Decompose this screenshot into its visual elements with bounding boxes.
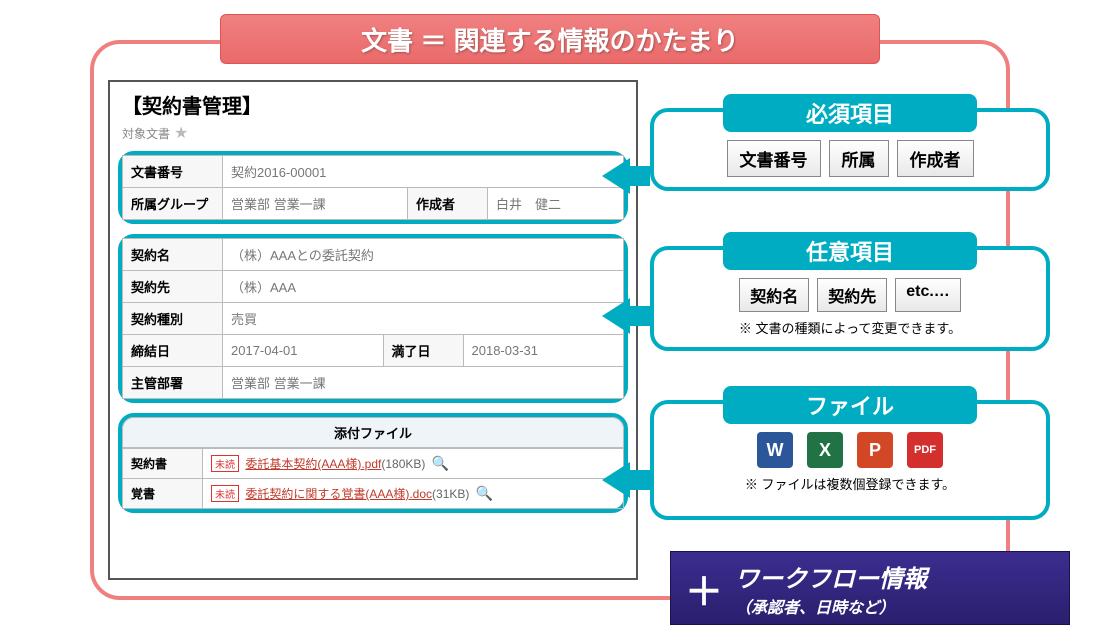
document-panel: 【契約書管理】 対象文書 ★ 文書番号 契約2016-00001 所属グループ … bbox=[108, 80, 638, 580]
contract-name-value: （株）AAAとの委託契約 bbox=[223, 239, 624, 271]
attachment-group: 添付ファイル 契約書 未読 委託基本契約(AAA様).pdf(180KB) 🔍 … bbox=[118, 413, 628, 513]
pill-group: 所属 bbox=[829, 140, 889, 177]
unread-badge: 未読 bbox=[211, 485, 239, 502]
attach-row2-cell: 未読 委託契約に関する覚書(AAA様).doc(31KB) 🔍 bbox=[203, 479, 624, 509]
docnum-value: 契約2016-00001 bbox=[223, 156, 624, 188]
pill-author: 作成者 bbox=[897, 140, 974, 177]
magnify-icon[interactable]: 🔍 bbox=[432, 455, 449, 471]
callout-optional: 任意項目 契約名 契約先 etc.… ※ 文書の種類によって変更できます。 bbox=[650, 246, 1050, 351]
callout-file: ファイル W X P PDF ※ ファイルは複数個登録できます。 bbox=[650, 400, 1050, 520]
word-icon: W bbox=[757, 432, 793, 468]
attach-row1-cell: 未読 委託基本契約(AAA様).pdf(180KB) 🔍 bbox=[203, 449, 624, 479]
panel-sublabel: 対象文書 ★ bbox=[118, 121, 628, 151]
group-label: 所属グループ bbox=[123, 188, 223, 220]
arrow-icon bbox=[602, 298, 630, 334]
attach-header: 添付ファイル bbox=[122, 417, 624, 448]
pill-docnum: 文書番号 bbox=[727, 140, 821, 177]
callout-required: 必須項目 文書番号 所属 作成者 bbox=[650, 108, 1050, 191]
arrow-icon bbox=[602, 158, 630, 194]
workflow-subtitle: （承認者、日時など） bbox=[735, 594, 927, 618]
type-value: 売買 bbox=[223, 303, 624, 335]
unread-badge: 未読 bbox=[211, 455, 239, 472]
file-size-2: (31KB) bbox=[432, 487, 469, 501]
optional-group: 契約名（株）AAAとの委託契約 契約先（株）AAA 契約種別売買 締結日 201… bbox=[118, 234, 628, 403]
end-value: 2018-03-31 bbox=[463, 335, 624, 367]
callout-title: 任意項目 bbox=[723, 232, 978, 270]
type-label: 契約種別 bbox=[123, 303, 223, 335]
workflow-banner: ＋ ワークフロー情報 （承認者、日時など） bbox=[670, 551, 1070, 625]
callout-title: 必須項目 bbox=[723, 94, 978, 132]
party-value: （株）AAA bbox=[223, 271, 624, 303]
panel-heading: 【契約書管理】 bbox=[118, 88, 628, 121]
file-size-1: (180KB) bbox=[381, 457, 425, 471]
required-group: 文書番号 契約2016-00001 所属グループ 営業部 営業一課 作成者 白井… bbox=[118, 151, 628, 224]
sublabel-text: 対象文書 bbox=[122, 125, 170, 142]
contract-name-label: 契約名 bbox=[123, 239, 223, 271]
pill-party: 契約先 bbox=[817, 278, 887, 312]
arrow-icon bbox=[602, 462, 630, 498]
pill-etc: etc.… bbox=[895, 278, 961, 312]
docnum-label: 文書番号 bbox=[123, 156, 223, 188]
file-link-1[interactable]: 委託基本契約(AAA様).pdf bbox=[245, 457, 381, 471]
powerpoint-icon: P bbox=[857, 432, 893, 468]
callout-note: ※ ファイルは複数個登録できます。 bbox=[668, 474, 1032, 493]
group-value: 営業部 営業一課 bbox=[223, 188, 408, 220]
start-value: 2017-04-01 bbox=[223, 335, 384, 367]
workflow-title: ワークフロー情報 bbox=[735, 559, 927, 594]
magnify-icon[interactable]: 🔍 bbox=[476, 485, 493, 501]
end-label: 満了日 bbox=[383, 335, 463, 367]
main-title: 文書 ＝ 関連する情報のかたまり bbox=[220, 14, 880, 64]
dept-value: 営業部 営業一課 bbox=[223, 367, 624, 399]
plus-icon: ＋ bbox=[685, 561, 723, 616]
excel-icon: X bbox=[807, 432, 843, 468]
pill-contract-name: 契約名 bbox=[739, 278, 809, 312]
star-icon[interactable]: ★ bbox=[174, 123, 188, 143]
party-label: 契約先 bbox=[123, 271, 223, 303]
file-link-2[interactable]: 委託契約に関する覚書(AAA様).doc bbox=[245, 487, 432, 501]
callout-title: ファイル bbox=[723, 386, 978, 424]
attach-row2-label: 覚書 bbox=[123, 479, 203, 509]
author-label: 作成者 bbox=[408, 188, 488, 220]
attach-row1-label: 契約書 bbox=[123, 449, 203, 479]
callout-note: ※ 文書の種類によって変更できます。 bbox=[668, 318, 1032, 337]
start-label: 締結日 bbox=[123, 335, 223, 367]
pdf-icon: PDF bbox=[907, 432, 943, 468]
dept-label: 主管部署 bbox=[123, 367, 223, 399]
